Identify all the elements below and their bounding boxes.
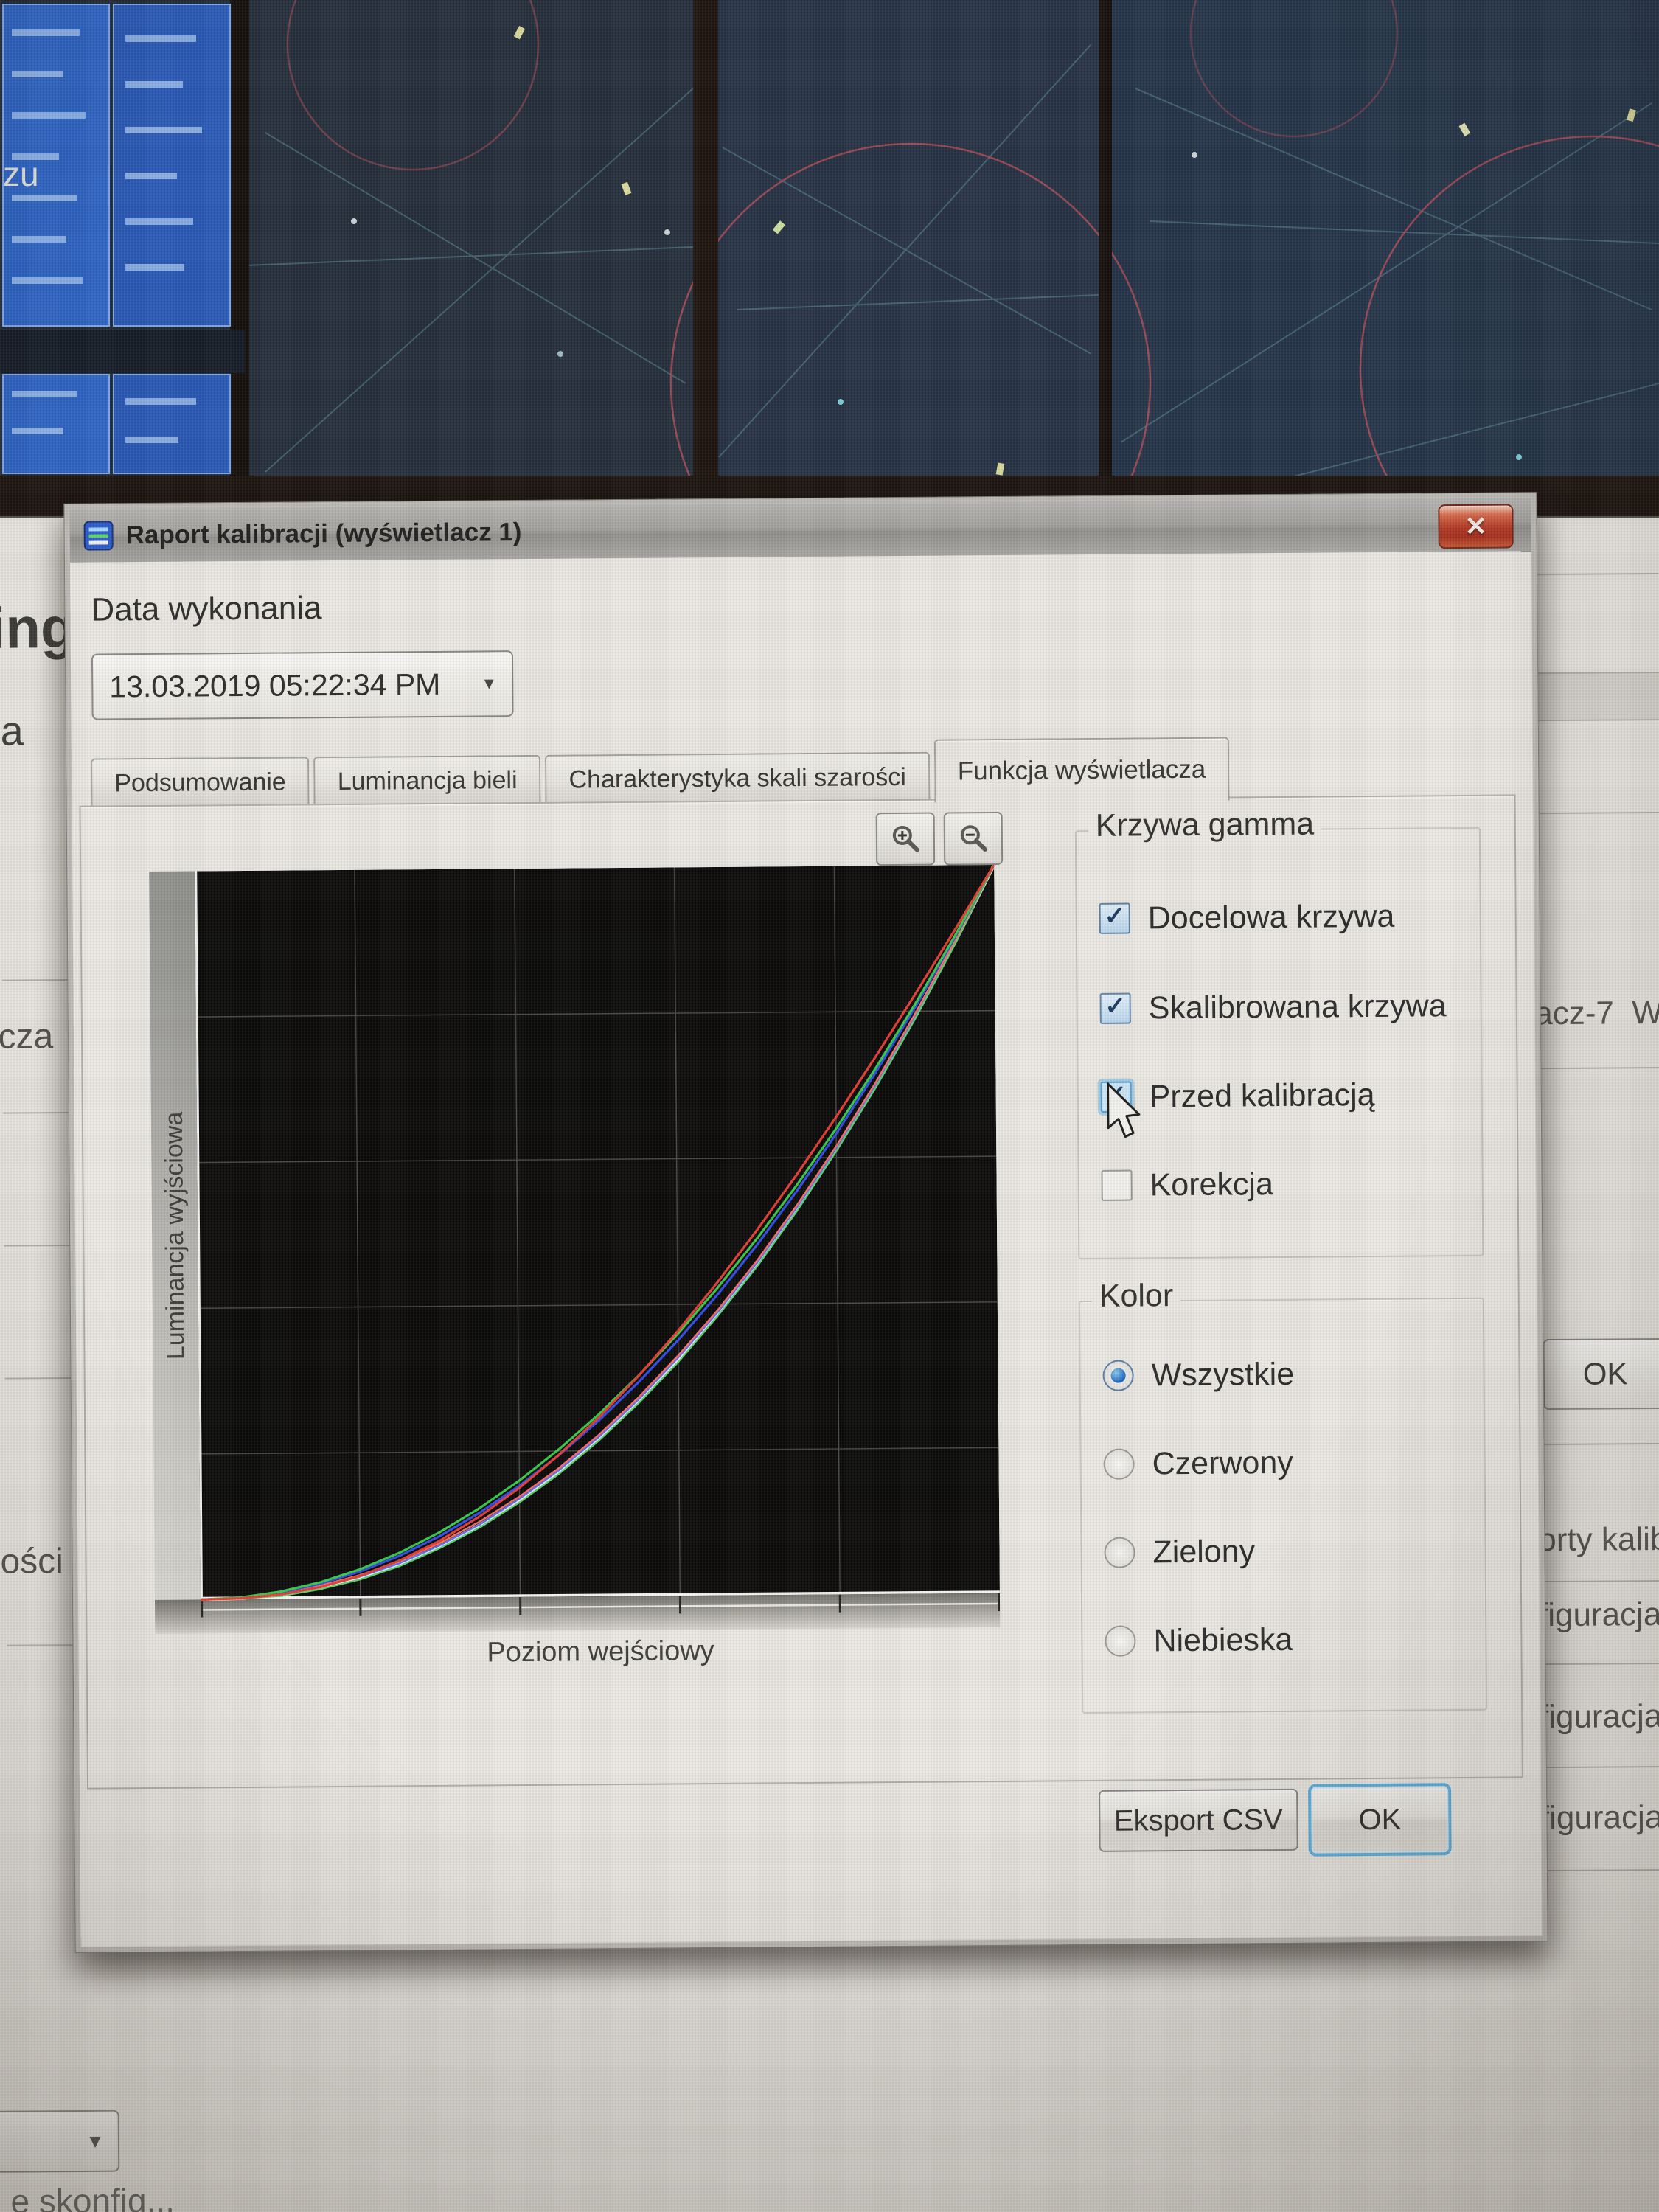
radio-dot xyxy=(1111,1368,1126,1383)
gamma-group-title: Krzywa gamma xyxy=(1088,806,1322,844)
bg-list-item[interactable]: figuracja c... xyxy=(1540,1798,1659,1837)
checkbox-label[interactable]: Skalibrowana krzywa xyxy=(1149,988,1447,1026)
table-row-line xyxy=(2,979,74,981)
radio-niebieska[interactable] xyxy=(1105,1626,1135,1657)
radio-czerwony[interactable] xyxy=(1103,1449,1134,1480)
table-row-line xyxy=(7,1644,79,1646)
bg-status-fragment: e skonfig... xyxy=(10,2180,175,2212)
bg-column-header: acz-7 Wy xyxy=(1534,995,1659,1032)
table-row-line xyxy=(3,1112,75,1114)
y-axis-label: Luminancja wyjściowa xyxy=(159,1111,190,1360)
photographed-screen: zu acz-7 Wy OK orty kalibr figuracja h f… xyxy=(0,0,1659,2212)
checkbox-skalibrowana[interactable]: ✓ xyxy=(1100,993,1131,1024)
checkbox-label[interactable]: Docelowa krzywa xyxy=(1148,898,1395,936)
tab-funkcja-wyswietlacza[interactable]: Funkcja wyświetlacza xyxy=(933,737,1229,802)
checkbox-row-korekcja[interactable]: ✓ Korekcja xyxy=(1101,1165,1273,1205)
y-axis-bevel: Luminancja wyjściowa xyxy=(149,871,201,1599)
bg-list-item[interactable]: orty kalibr xyxy=(1538,1521,1659,1559)
zoom-out-icon xyxy=(957,822,990,855)
close-button[interactable]: ✕ xyxy=(1438,504,1513,549)
x-axis-label: Poziom wejściowy xyxy=(201,1633,1000,1672)
export-csv-button[interactable]: Eksport CSV xyxy=(1099,1789,1298,1852)
check-icon: ✓ xyxy=(1104,904,1125,929)
bg-dropdown-button[interactable]: ▼ xyxy=(0,2110,119,2173)
calibration-report-dialog: Raport kalibracji (wyświetlacz 1) ✕ Data… xyxy=(64,493,1547,1952)
table-row-line xyxy=(1533,1443,1659,1445)
export-csv-label: Eksport CSV xyxy=(1114,1803,1283,1837)
ok-button[interactable]: OK xyxy=(1308,1783,1452,1857)
dropdown-arrow-icon: ▼ xyxy=(86,2129,105,2152)
radio-label[interactable]: Zielony xyxy=(1152,1534,1255,1571)
radio-row-czerwony[interactable]: Czerwony xyxy=(1103,1444,1293,1484)
radio-row-zielony[interactable]: Zielony xyxy=(1104,1532,1255,1572)
table-row-line xyxy=(1535,1766,1659,1768)
date-label: Data wykonania xyxy=(91,590,321,628)
date-combobox-value: 13.03.2019 05:22:34 PM xyxy=(109,667,481,704)
blue-thumbnail-panels xyxy=(3,4,230,473)
bg-text-fragment: ości xyxy=(0,1541,63,1582)
tab-charakterystyka-skali-szarosci[interactable]: Charakterystyka skali szarości xyxy=(545,752,930,804)
tab-label: Podsumowanie xyxy=(114,768,286,798)
table-row-line xyxy=(1531,1067,1659,1069)
ok-label: OK xyxy=(1358,1803,1401,1836)
table-row-line xyxy=(1528,812,1659,814)
checkbox-row-skalibrowana-krzywa[interactable]: ✓ Skalibrowana krzywa xyxy=(1100,987,1447,1028)
radio-label[interactable]: Niebieska xyxy=(1153,1621,1293,1658)
gamma-curve-chart xyxy=(195,865,1000,1623)
table-row-line xyxy=(5,1377,77,1380)
radio-label[interactable]: Wszystkie xyxy=(1151,1356,1294,1394)
mouse-cursor-icon xyxy=(1105,1082,1150,1148)
radio-zielony[interactable] xyxy=(1104,1537,1135,1568)
videowall-label: zu xyxy=(3,155,39,193)
checkbox-label[interactable]: Korekcja xyxy=(1150,1166,1273,1203)
radio-row-wszystkie[interactable]: Wszystkie xyxy=(1102,1355,1294,1395)
checkbox-row-docelowa-krzywa[interactable]: ✓ Docelowa krzywa xyxy=(1099,897,1395,938)
table-selected-row xyxy=(1528,672,1659,720)
combo-arrow-icon: ▼ xyxy=(481,674,497,693)
zoom-out-button[interactable] xyxy=(944,812,1004,866)
close-icon: ✕ xyxy=(1464,511,1487,542)
radio-label[interactable]: Czerwony xyxy=(1152,1444,1293,1482)
bg-list-item[interactable]: figuracja k xyxy=(1540,1698,1659,1736)
table-row-line xyxy=(1528,719,1659,721)
tab-label: Funkcja wyświetlacza xyxy=(958,755,1206,787)
bg-ok-button[interactable]: OK xyxy=(1543,1338,1659,1410)
table-row-line xyxy=(1534,1663,1659,1665)
checkbox-label[interactable]: Przed kalibracją xyxy=(1149,1077,1374,1114)
color-group-title: Kolor xyxy=(1092,1278,1181,1315)
dialog-title: Raport kalibracji (wyświetlacz 1) xyxy=(125,518,521,550)
checkbox-docelowa[interactable]: ✓ xyxy=(1099,903,1130,934)
table-row-line xyxy=(1527,573,1658,575)
table-row-line xyxy=(4,1245,76,1247)
tab-luminancja-bieli[interactable]: Luminancja bieli xyxy=(314,755,541,805)
tab-label: Charakterystyka skali szarości xyxy=(568,762,906,794)
checkbox-korekcja[interactable]: ✓ xyxy=(1101,1170,1132,1201)
zoom-in-button[interactable] xyxy=(876,813,936,866)
check-icon: ✓ xyxy=(1105,994,1126,1019)
dialog-client-area: Data wykonania 13.03.2019 05:22:34 PM ▼ … xyxy=(70,551,1532,1936)
zoom-in-icon xyxy=(889,823,922,855)
bg-text-fragment: cza xyxy=(0,1016,53,1057)
app-icon xyxy=(83,520,114,551)
tab-label: Luminancja bieli xyxy=(338,766,518,796)
radio-row-niebieska[interactable]: Niebieska xyxy=(1105,1621,1293,1660)
table-row-line xyxy=(1536,1869,1659,1871)
radio-wszystkie[interactable] xyxy=(1102,1360,1133,1391)
tab-podsumowanie[interactable]: Podsumowanie xyxy=(91,757,310,807)
bg-text-fragment: a xyxy=(0,706,24,754)
bg-list-item[interactable]: figuracja h xyxy=(1539,1596,1659,1634)
videowall-background: zu xyxy=(0,0,1659,516)
date-combobox[interactable]: 13.03.2019 05:22:34 PM ▼ xyxy=(91,650,514,720)
table-row-line xyxy=(1534,1580,1659,1582)
bg-ok-label: OK xyxy=(1583,1356,1628,1391)
